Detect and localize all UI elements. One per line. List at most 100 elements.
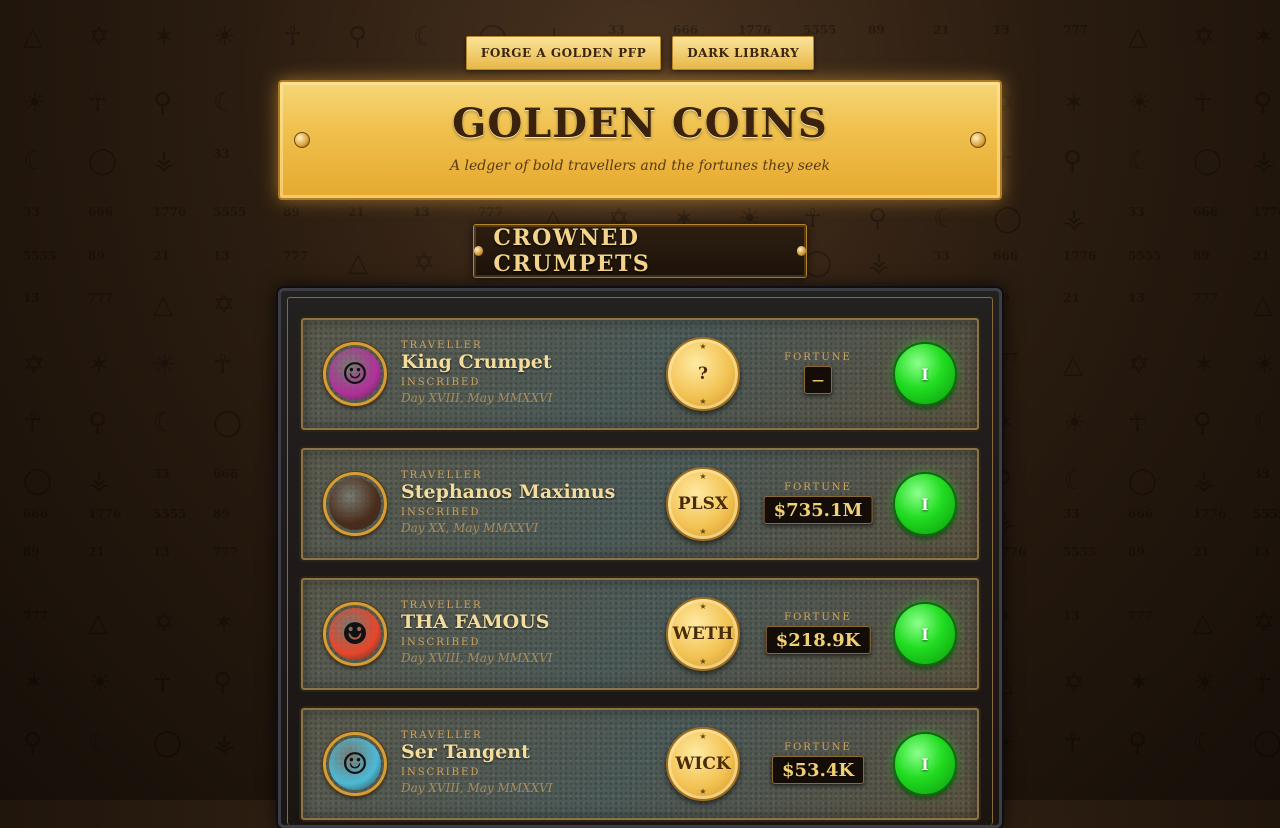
background-symbol-icon: 13 <box>1253 545 1270 559</box>
background-symbol-icon: ⚲ <box>213 668 233 698</box>
background-symbol-icon: ☾ <box>933 204 957 234</box>
coin-star-icon: ★ <box>699 472 707 481</box>
background-symbol-icon: ☀ <box>88 668 112 698</box>
background-symbol-icon: ⚲ <box>88 408 108 438</box>
traveller-row: ☺ TRAVELLER King Crumpet INSCRIBED Day X… <box>301 318 979 430</box>
background-symbol-icon: ◯ <box>1128 466 1158 496</box>
background-symbol-icon: 666 <box>993 249 1019 263</box>
background-symbol-icon: ✡ <box>1063 668 1085 698</box>
background-symbol-icon: 89 <box>23 545 40 559</box>
background-symbol-icon: 5555 <box>1063 545 1097 559</box>
coin-symbol: WETH <box>672 624 734 644</box>
background-symbol-icon: ☀ <box>1193 668 1217 698</box>
traveller-label: TRAVELLER <box>401 470 483 481</box>
fortune-value: $735.1M <box>763 496 873 524</box>
traveller-name: THA FAMOUS <box>401 611 550 633</box>
background-symbol-icon: 89 <box>283 205 300 219</box>
coin-star-icon: ★ <box>699 602 707 611</box>
background-symbol-icon: ◯ <box>23 466 53 496</box>
coin-token[interactable]: ★ WICK ★ <box>666 727 740 801</box>
background-symbol-icon: ☥ <box>153 668 173 698</box>
background-symbol-icon: ☥ <box>1253 668 1273 698</box>
background-symbol-icon: ✶ <box>1063 88 1085 118</box>
background-symbol-icon: 777 <box>1063 23 1089 37</box>
forge-golden-pfp-button[interactable]: FORGE A GOLDEN PFP <box>465 36 662 70</box>
background-symbol-icon: 89 <box>868 23 885 37</box>
green-gem-button[interactable]: I <box>893 602 957 666</box>
inscribed-date: Day XVIII, May MMXXVI <box>401 391 553 405</box>
background-symbol-icon: 666 <box>88 205 114 219</box>
coin-star-icon: ★ <box>699 657 707 666</box>
background-symbol-icon: ⚶ <box>868 248 891 278</box>
background-symbol-icon: 21 <box>1193 545 1210 559</box>
background-symbol-icon: ⚶ <box>153 146 176 176</box>
background-symbol-icon: 33 <box>153 467 170 481</box>
background-symbol-icon: 666 <box>1193 205 1219 219</box>
background-symbol-icon: 89 <box>88 249 105 263</box>
background-symbol-icon: ⚲ <box>1253 88 1273 118</box>
page-title: GOLDEN COINS <box>452 100 828 147</box>
traveller-row: ☻ TRAVELLER THA FAMOUS INSCRIBED Day XVI… <box>301 578 979 690</box>
coin-symbol: ? <box>698 364 708 384</box>
fortune-label: FORTUNE <box>784 742 852 753</box>
top-nav: FORGE A GOLDEN PFP DARK LIBRARY <box>0 36 1280 70</box>
background-symbol-icon: 777 <box>478 205 504 219</box>
background-symbol-icon: ✶ <box>1128 668 1150 698</box>
traveller-row: ☺ TRAVELLER Ser Tangent INSCRIBED Day XV… <box>301 708 979 820</box>
background-symbol-icon: ✶ <box>88 350 110 380</box>
background-symbol-icon: 21 <box>933 23 950 37</box>
background-symbol-icon: 33 <box>213 147 230 161</box>
background-symbol-icon: ☾ <box>23 146 47 176</box>
dark-library-button[interactable]: DARK LIBRARY <box>672 36 815 70</box>
background-symbol-icon: ✡ <box>153 608 175 638</box>
green-gem-button[interactable]: I <box>893 472 957 536</box>
background-symbol-icon: ⚲ <box>23 728 43 758</box>
avatar[interactable]: ☺ <box>323 342 387 406</box>
background-symbol-icon: ☀ <box>23 88 47 118</box>
background-symbol-icon: ☀ <box>1128 88 1152 118</box>
background-symbol-icon: ☾ <box>1193 728 1217 758</box>
traveller-label: TRAVELLER <box>401 730 483 741</box>
avatar[interactable]: ☺ <box>323 732 387 796</box>
background-symbol-icon: ◯ <box>1193 146 1223 176</box>
fortune-label: FORTUNE <box>784 352 852 363</box>
inscribed-date: Day XVIII, May MMXXVI <box>401 781 553 795</box>
background-symbol-icon: 5555 <box>153 507 187 521</box>
page-subtitle: A ledger of bold travellers and the fort… <box>449 158 830 174</box>
avatar[interactable]: ☻ <box>323 602 387 666</box>
background-symbol-icon: ✶ <box>1193 350 1215 380</box>
green-gem-button[interactable]: I <box>893 342 957 406</box>
background-symbol-icon: ☾ <box>1063 466 1087 496</box>
inscribed-date: Day XVIII, May MMXXVI <box>401 651 553 665</box>
background-symbol-icon: ✡ <box>213 290 235 320</box>
coin-token[interactable]: ★ WETH ★ <box>666 597 740 671</box>
avatar-figure-icon: ☺ <box>341 746 369 782</box>
inscribed-date: Day XX, May MMXXVI <box>401 521 539 535</box>
background-symbol-icon: ◯ <box>153 728 183 758</box>
background-symbol-icon: ☥ <box>1128 408 1148 438</box>
background-symbol-icon: 1776 <box>738 23 772 37</box>
background-symbol-icon: ☀ <box>153 350 177 380</box>
background-symbol-icon: 33 <box>1063 507 1080 521</box>
background-symbol-icon: 666 <box>1128 507 1154 521</box>
avatar[interactable] <box>323 472 387 536</box>
section-header: CROWNED CRUMPETS <box>473 224 807 278</box>
background-symbol-icon: 777 <box>88 291 114 305</box>
background-symbol-icon: ☾ <box>153 408 177 438</box>
coin-token[interactable]: ★ PLSX ★ <box>666 467 740 541</box>
green-gem-button[interactable]: I <box>893 732 957 796</box>
background-symbol-icon: 5555 <box>213 205 247 219</box>
background-symbol-icon: 777 <box>213 545 239 559</box>
background-symbol-icon: ⚲ <box>1193 408 1213 438</box>
coin-symbol: WICK <box>675 754 731 774</box>
traveller-row: TRAVELLER Stephanos Maximus INSCRIBED Da… <box>301 448 979 560</box>
background-symbol-icon: △ <box>1193 608 1213 638</box>
background-symbol-icon: △ <box>1063 350 1083 380</box>
traveller-name: Ser Tangent <box>401 741 530 763</box>
background-symbol-icon: ☀ <box>1253 350 1277 380</box>
background-symbol-icon: 89 <box>213 507 230 521</box>
inscribed-label: INSCRIBED <box>401 507 481 518</box>
coin-token[interactable]: ★ ? ★ <box>666 337 740 411</box>
background-symbol-icon: ⚲ <box>1128 728 1148 758</box>
plate-dot-icon <box>474 246 484 256</box>
